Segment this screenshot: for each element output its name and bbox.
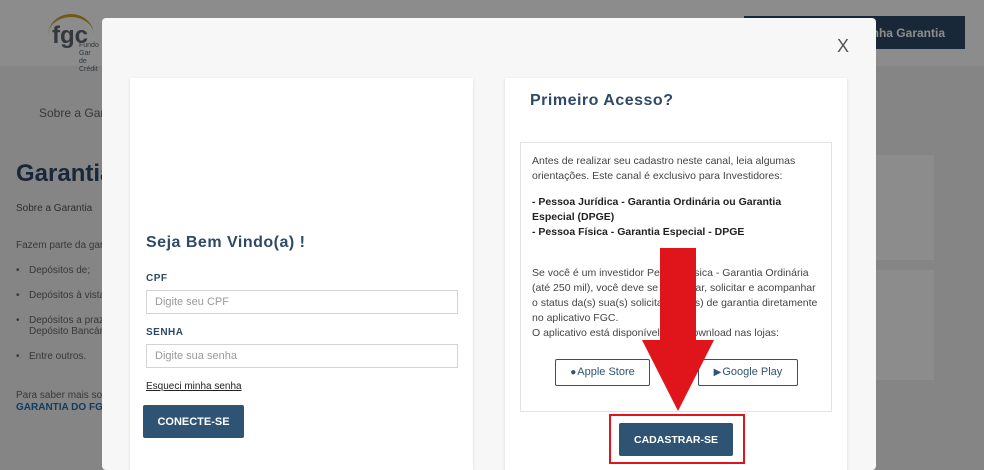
cpf-label: CPF: [146, 273, 168, 284]
google-play-label: Google Play: [722, 366, 783, 378]
first-access-panel: Primeiro Acesso? Antes de realizar seu c…: [505, 78, 847, 470]
investor-type-pj: - Pessoa Jurídica - Garantia Ordinária o…: [532, 196, 782, 223]
google-play-icon: ▶: [713, 367, 722, 378]
forgot-password-link[interactable]: Esqueci minha senha: [146, 381, 242, 392]
apple-store-label: Apple Store: [577, 366, 635, 378]
login-panel: Seja Bem Vindo(a) ! CPF SENHA Esqueci mi…: [130, 78, 473, 470]
first-access-heading: Primeiro Acesso?: [530, 92, 674, 109]
cpf-input[interactable]: [146, 290, 458, 314]
password-label: SENHA: [146, 327, 184, 338]
investor-type-pf: - Pessoa Física - Garantia Especial - DP…: [532, 226, 745, 238]
close-icon[interactable]: X: [835, 37, 851, 55]
investor-types: - Pessoa Jurídica - Garantia Ordinária o…: [532, 195, 824, 240]
apple-store-button[interactable]: ● Apple Store: [555, 359, 650, 386]
login-modal: X Seja Bem Vindo(a) ! CPF SENHA Esqueci …: [102, 18, 876, 470]
register-button[interactable]: CADASTRAR-SE: [619, 423, 733, 456]
welcome-heading: Seja Bem Vindo(a) !: [146, 234, 306, 251]
connect-button[interactable]: CONECTE-SE: [143, 405, 244, 438]
info-intro: Antes de realizar seu cadastro neste can…: [532, 155, 796, 182]
red-arrow-icon: [642, 248, 714, 411]
apple-icon: ●: [570, 367, 577, 378]
password-input[interactable]: [146, 344, 458, 368]
